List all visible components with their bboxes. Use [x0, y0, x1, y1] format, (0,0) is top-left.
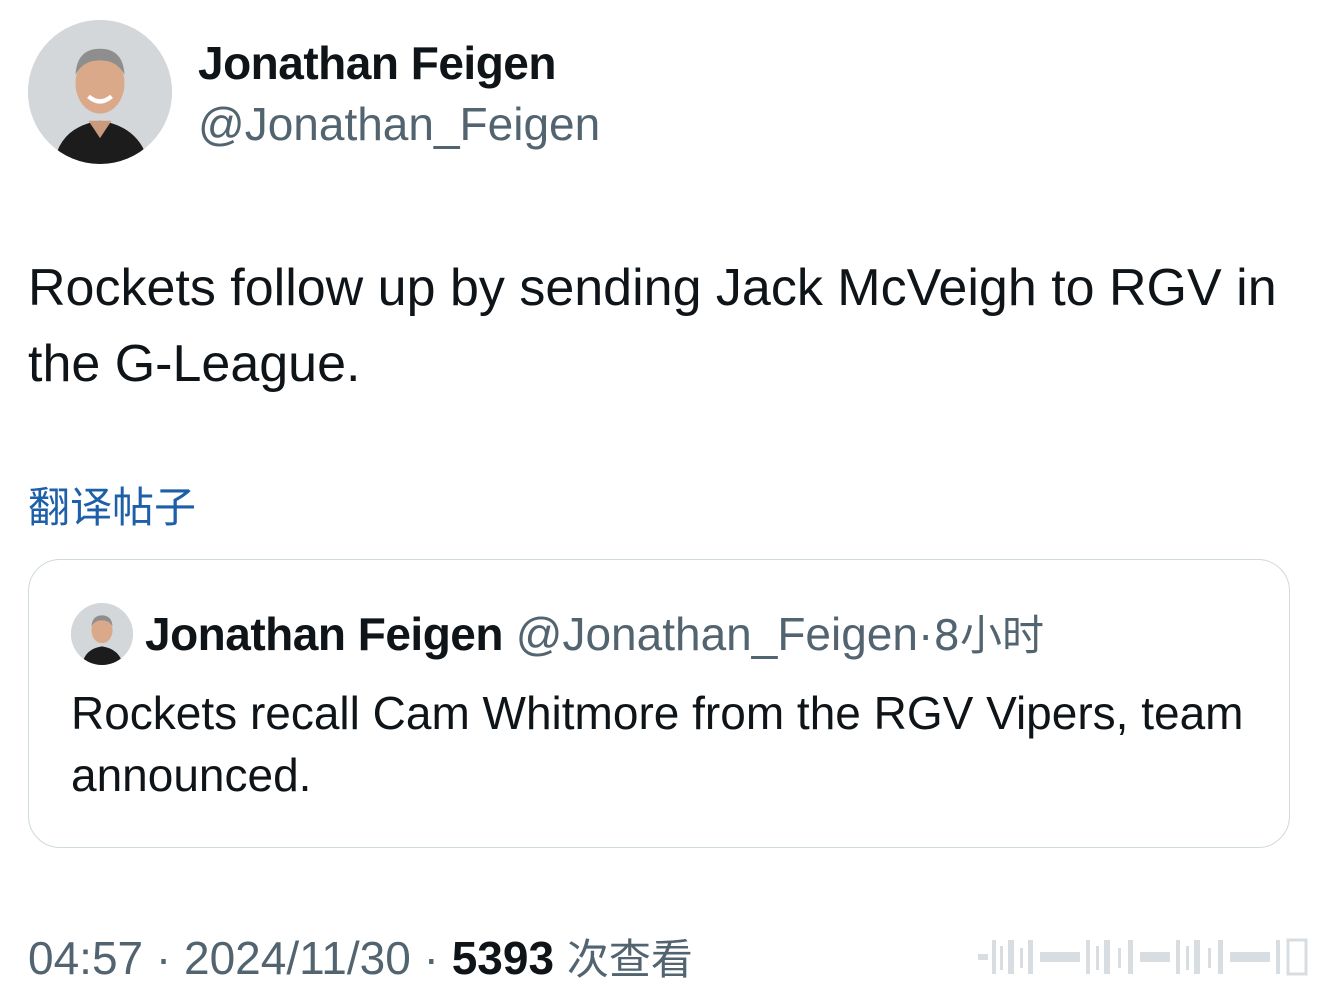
tweet-text: Rockets follow up by sending Jack McVeig… — [28, 259, 1277, 393]
barcode-watermark-icon — [978, 938, 1308, 976]
separator-dot: · — [917, 608, 934, 660]
tweet-date[interactable]: 2024/11/30 — [184, 932, 411, 984]
tweet-time[interactable]: 04:57 — [28, 932, 143, 984]
quoted-tweet-card[interactable]: Jonathan Feigen @Jonathan_Feigen·8小时 Roc… — [28, 559, 1290, 848]
avatar-photo — [28, 20, 172, 164]
avatar-photo — [71, 603, 133, 665]
quoted-author-avatar — [71, 603, 133, 665]
separator-dot: · — [423, 932, 439, 984]
author-avatar[interactable] — [28, 20, 172, 164]
quoted-tweet-time: 8小时 — [933, 611, 1045, 660]
quoted-tweet-header: Jonathan Feigen @Jonathan_Feigen·8小时 — [145, 606, 1044, 664]
quoted-tweet-text: Rockets recall Cam Whitmore from the RGV… — [71, 687, 1244, 801]
tweet-metadata: 04:57 · 2024/11/30 · 5393 次查看 — [28, 930, 693, 988]
author-handle[interactable]: @Jonathan_Feigen — [198, 97, 600, 151]
views-label: 次查看 — [566, 935, 693, 984]
separator-dot: · — [155, 932, 172, 984]
views-count: 5393 — [451, 932, 555, 984]
author-name[interactable]: Jonathan Feigen — [198, 36, 556, 90]
quoted-author-name: Jonathan Feigen — [145, 608, 503, 660]
quoted-author-handle: @Jonathan_Feigen — [515, 608, 918, 660]
translate-post-link[interactable]: 翻译帖子 — [28, 474, 196, 535]
